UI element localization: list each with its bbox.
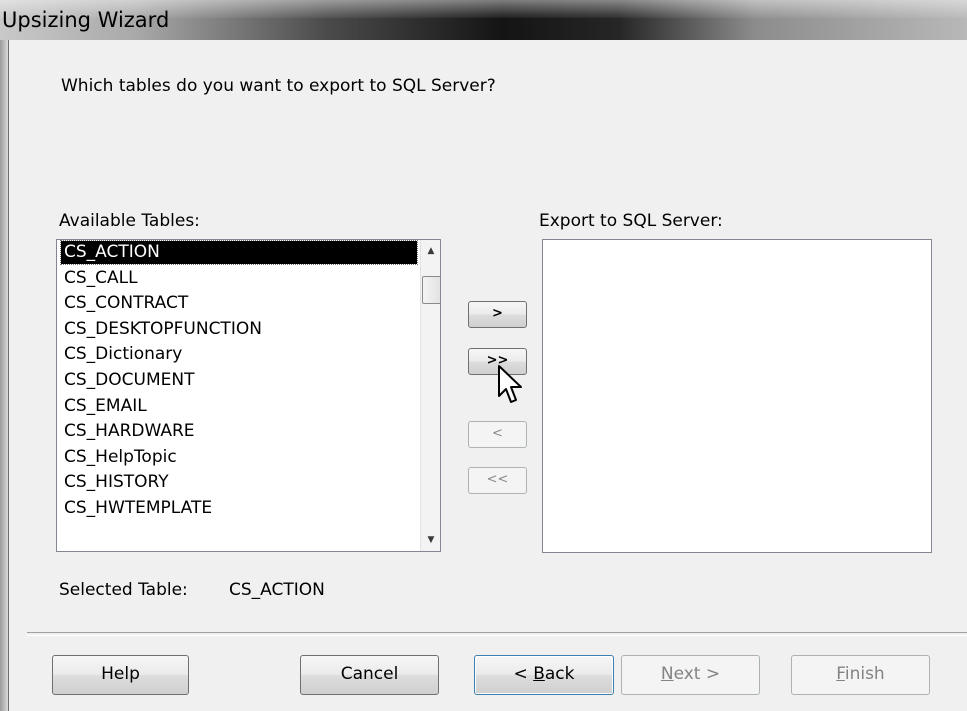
table-list-item[interactable]: CS_HWTEMPLATE: [61, 497, 215, 520]
wizard-client-area: Which tables do you want to export to SQ…: [9, 40, 967, 711]
table-list-item[interactable]: CS_DOCUMENT: [61, 369, 197, 392]
table-list-item[interactable]: CS_HelpTopic: [61, 446, 180, 469]
question-text: Which tables do you want to export to SQ…: [61, 76, 496, 96]
table-list-item[interactable]: CS_CONTRACT: [61, 292, 191, 315]
table-list-item[interactable]: CS_CALL: [61, 267, 141, 290]
back-button-accesskey: B: [533, 664, 545, 684]
remove-one-button[interactable]: <: [468, 421, 527, 448]
available-tables-label: Available Tables:: [59, 211, 200, 231]
mouse-pointer-icon: [498, 365, 522, 403]
available-tables-scrollbar[interactable]: ▲ ▼: [420, 240, 440, 551]
finish-button-rest: inish: [844, 664, 885, 684]
next-button-rest: ext >: [673, 664, 721, 684]
table-list-item[interactable]: CS_HISTORY: [61, 471, 172, 494]
next-button-accesskey: N: [660, 664, 674, 684]
table-list-item[interactable]: CS_DESKTOPFUNCTION: [61, 318, 265, 341]
table-list-item[interactable]: CS_ACTION: [60, 240, 418, 265]
selected-table-label: Selected Table:: [59, 580, 188, 600]
scroll-down-arrow-icon[interactable]: ▼: [421, 530, 440, 550]
selected-table-value: CS_ACTION: [229, 580, 325, 600]
scrollbar-thumb[interactable]: [422, 276, 440, 304]
table-list-item[interactable]: CS_HARDWARE: [61, 420, 198, 443]
title-bar[interactable]: Upsizing Wizard: [0, 0, 967, 40]
export-tables-list[interactable]: [542, 239, 932, 553]
window-title: Upsizing Wizard: [2, 8, 170, 32]
remove-all-button[interactable]: <<: [468, 467, 527, 494]
back-button[interactable]: < Back: [474, 655, 614, 695]
table-list-item[interactable]: CS_EMAIL: [61, 395, 150, 418]
finish-button[interactable]: Finish: [791, 655, 930, 695]
back-button-rest: ack: [544, 664, 575, 684]
add-one-button[interactable]: >: [468, 301, 527, 328]
window-frame-left: [0, 40, 9, 711]
available-tables-list[interactable]: CS_ACTION CS_CALL CS_CONTRACT CS_DESKTOPFUN…: [56, 239, 441, 552]
back-button-prefix: <: [513, 664, 534, 684]
cancel-button[interactable]: Cancel: [300, 655, 439, 695]
footer-divider: [27, 632, 967, 636]
next-button[interactable]: Next >: [621, 655, 760, 695]
export-to-sql-label: Export to SQL Server:: [539, 211, 723, 231]
help-button[interactable]: Help: [52, 655, 189, 695]
scroll-up-arrow-icon[interactable]: ▲: [421, 241, 440, 261]
finish-button-accesskey: F: [836, 664, 845, 684]
table-list-item[interactable]: CS_Dictionary: [61, 343, 185, 366]
